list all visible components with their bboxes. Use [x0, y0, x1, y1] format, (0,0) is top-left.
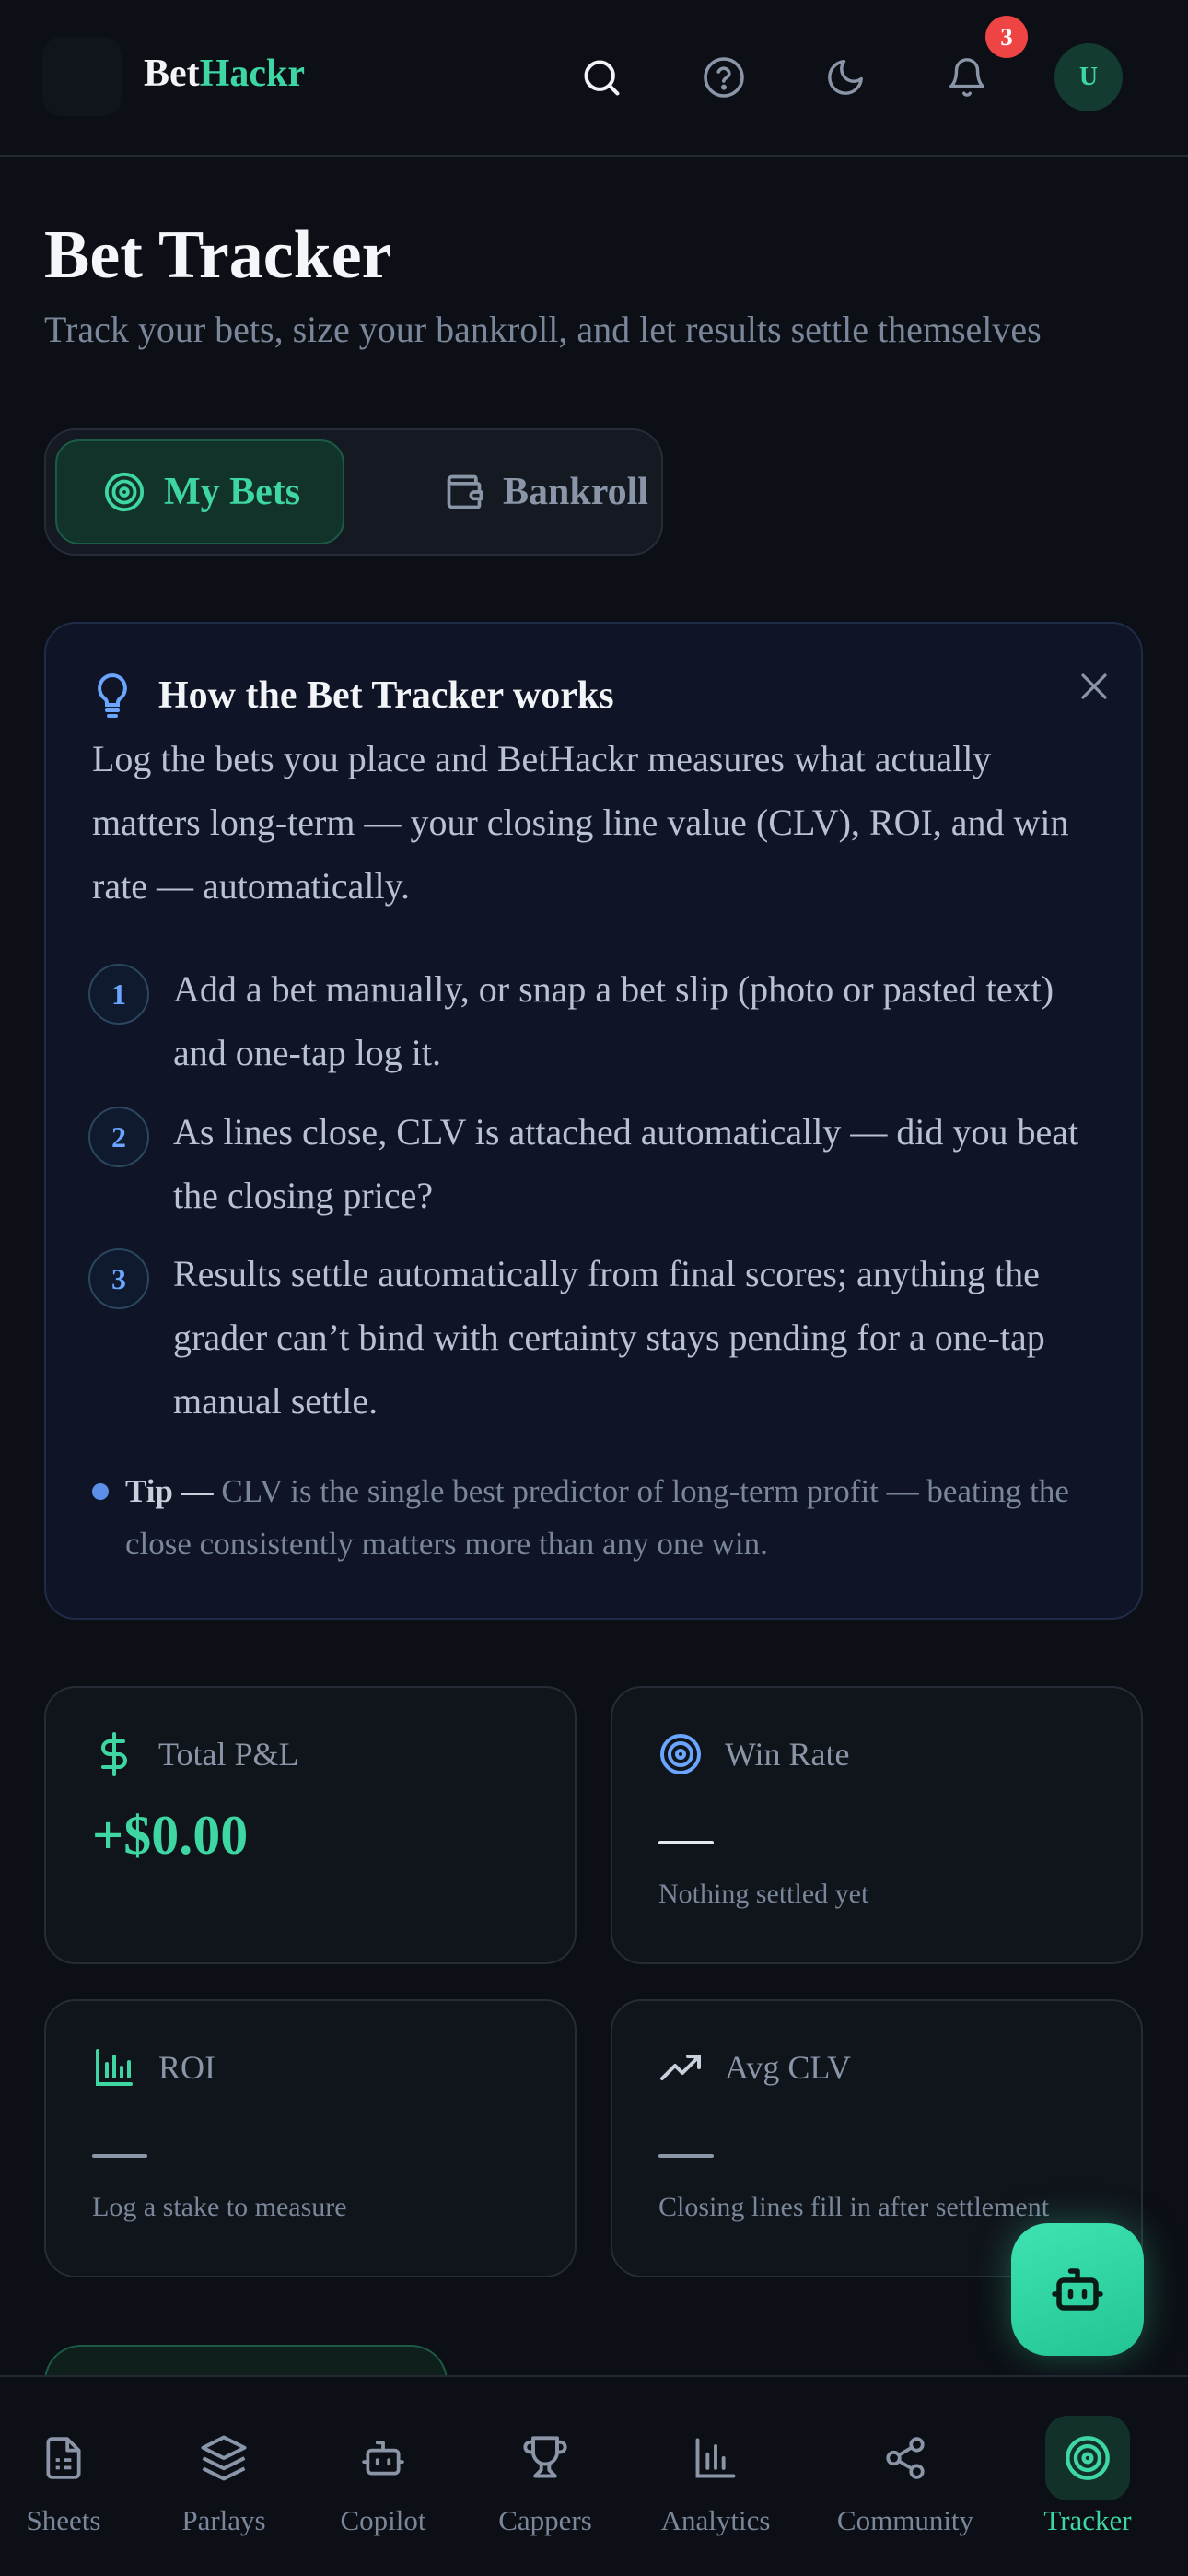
stat-label: ROI	[158, 2049, 215, 2086]
layers-icon	[201, 2435, 247, 2481]
empty-value-dash	[658, 2154, 714, 2158]
tab-label: My Bets	[164, 471, 301, 513]
tab-bankroll[interactable]: Bankroll	[387, 439, 663, 544]
tip-text: Tip — CLV is the single best predictor o…	[125, 1465, 1120, 1570]
info-card-body: Log the bets you place and BetHackr meas…	[92, 738, 1069, 907]
stat-label: Win Rate	[725, 1736, 850, 1773]
bar-chart-icon	[695, 2438, 736, 2478]
stat-card-roi: ROI Log a stake to measure	[44, 1999, 577, 2277]
nav-item-parlays[interactable]: Parlays	[146, 2377, 302, 2576]
search-icon	[584, 60, 620, 96]
empty-value-dash	[92, 2154, 147, 2158]
step-number: 3	[88, 1248, 149, 1309]
search-button[interactable]	[567, 43, 635, 111]
moon-icon	[828, 60, 863, 95]
tab-label: Bankroll	[503, 471, 648, 513]
help-icon	[704, 57, 744, 98]
tab-my-bets[interactable]: My Bets	[55, 439, 344, 544]
tip-bullet	[92, 1483, 109, 1500]
info-card-title: How the Bet Tracker works	[158, 674, 614, 717]
nav-label: Community	[836, 2504, 974, 2536]
target-icon	[104, 472, 145, 512]
tip-label: Tip —	[125, 1473, 214, 1509]
empty-value-dash	[658, 1841, 714, 1844]
step-number: 2	[88, 1107, 149, 1167]
nav-item-cappers[interactable]: Cappers	[467, 2377, 623, 2576]
nav-item-tracker[interactable]: Tracker	[1009, 2377, 1166, 2576]
close-info-button[interactable]	[1066, 659, 1122, 714]
stat-subtext: Log a stake to measure	[92, 2192, 347, 2222]
bot-icon	[362, 2441, 404, 2476]
how-it-works-card: How the Bet Tracker works Log the bets y…	[44, 622, 1143, 1620]
nav-label: Sheets	[26, 2504, 101, 2536]
target-icon	[1066, 2436, 1110, 2480]
help-button[interactable]	[690, 43, 758, 111]
theme-toggle[interactable]	[811, 43, 879, 111]
logo-mark[interactable]	[42, 37, 122, 116]
document-icon	[46, 2437, 81, 2479]
page-title: Bet Tracker	[44, 217, 392, 293]
nav-label: Cappers	[498, 2504, 592, 2536]
nav-item-analytics[interactable]: Analytics	[637, 2377, 794, 2576]
copilot-fab[interactable]	[1011, 2223, 1144, 2356]
step-text: As lines close, CLV is attached automati…	[173, 1111, 1079, 1216]
trophy-icon	[523, 2436, 567, 2478]
bell-icon	[949, 58, 984, 97]
avatar[interactable]: U	[1054, 43, 1123, 111]
stat-label: Avg CLV	[725, 2049, 852, 2086]
nav-label: Copilot	[340, 2504, 426, 2536]
stat-card-pnl: Total P&L +$0.00	[44, 1686, 577, 1964]
share-icon	[886, 2437, 925, 2479]
nav-label: Parlays	[181, 2504, 266, 2536]
bot-icon	[1052, 2268, 1103, 2311]
brand-name[interactable]: BetHackr	[144, 48, 305, 100]
top-header: BetHackr 3 U	[0, 0, 1188, 157]
close-icon	[1081, 673, 1107, 699]
dollar-icon	[101, 1732, 127, 1776]
stat-label: Total P&L	[158, 1736, 299, 1773]
tip-body: CLV is the single best predictor of long…	[125, 1473, 1069, 1562]
step-text: Add a bet manually, or snap a bet slip (…	[173, 968, 1054, 1073]
trending-up-icon	[660, 2055, 701, 2080]
notifications-button[interactable]	[933, 43, 1001, 111]
nav-item-community[interactable]: Community	[827, 2377, 984, 2576]
nav-item-sheets[interactable]: Sheets	[0, 2377, 142, 2576]
nav-item-copilot[interactable]: Copilot	[305, 2377, 461, 2576]
stat-card-win-rate: Win Rate Nothing settled yet	[611, 1686, 1143, 1964]
nav-label: Tracker	[1043, 2504, 1132, 2536]
wallet-icon	[447, 474, 483, 509]
notification-badge: 3	[985, 16, 1028, 58]
stat-subtext: Nothing settled yet	[658, 1879, 869, 1909]
tracker-tabs: My Bets Bankroll	[44, 428, 663, 556]
lightbulb-icon	[98, 673, 127, 718]
step-text: Results settle automatically from final …	[173, 1253, 1045, 1422]
page-subtitle: Track your bets, size your bankroll, and…	[44, 309, 1042, 350]
stat-value: +$0.00	[92, 1805, 249, 1866]
step-number: 1	[88, 964, 149, 1025]
target-icon	[660, 1734, 701, 1774]
bar-chart-icon	[96, 2049, 133, 2086]
bottom-nav: Sheets Parlays Copilot Cappers Analytics…	[0, 2375, 1188, 2576]
nav-label: Analytics	[660, 2504, 771, 2536]
stat-subtext: Closing lines fill in after settlement	[658, 2192, 1050, 2222]
